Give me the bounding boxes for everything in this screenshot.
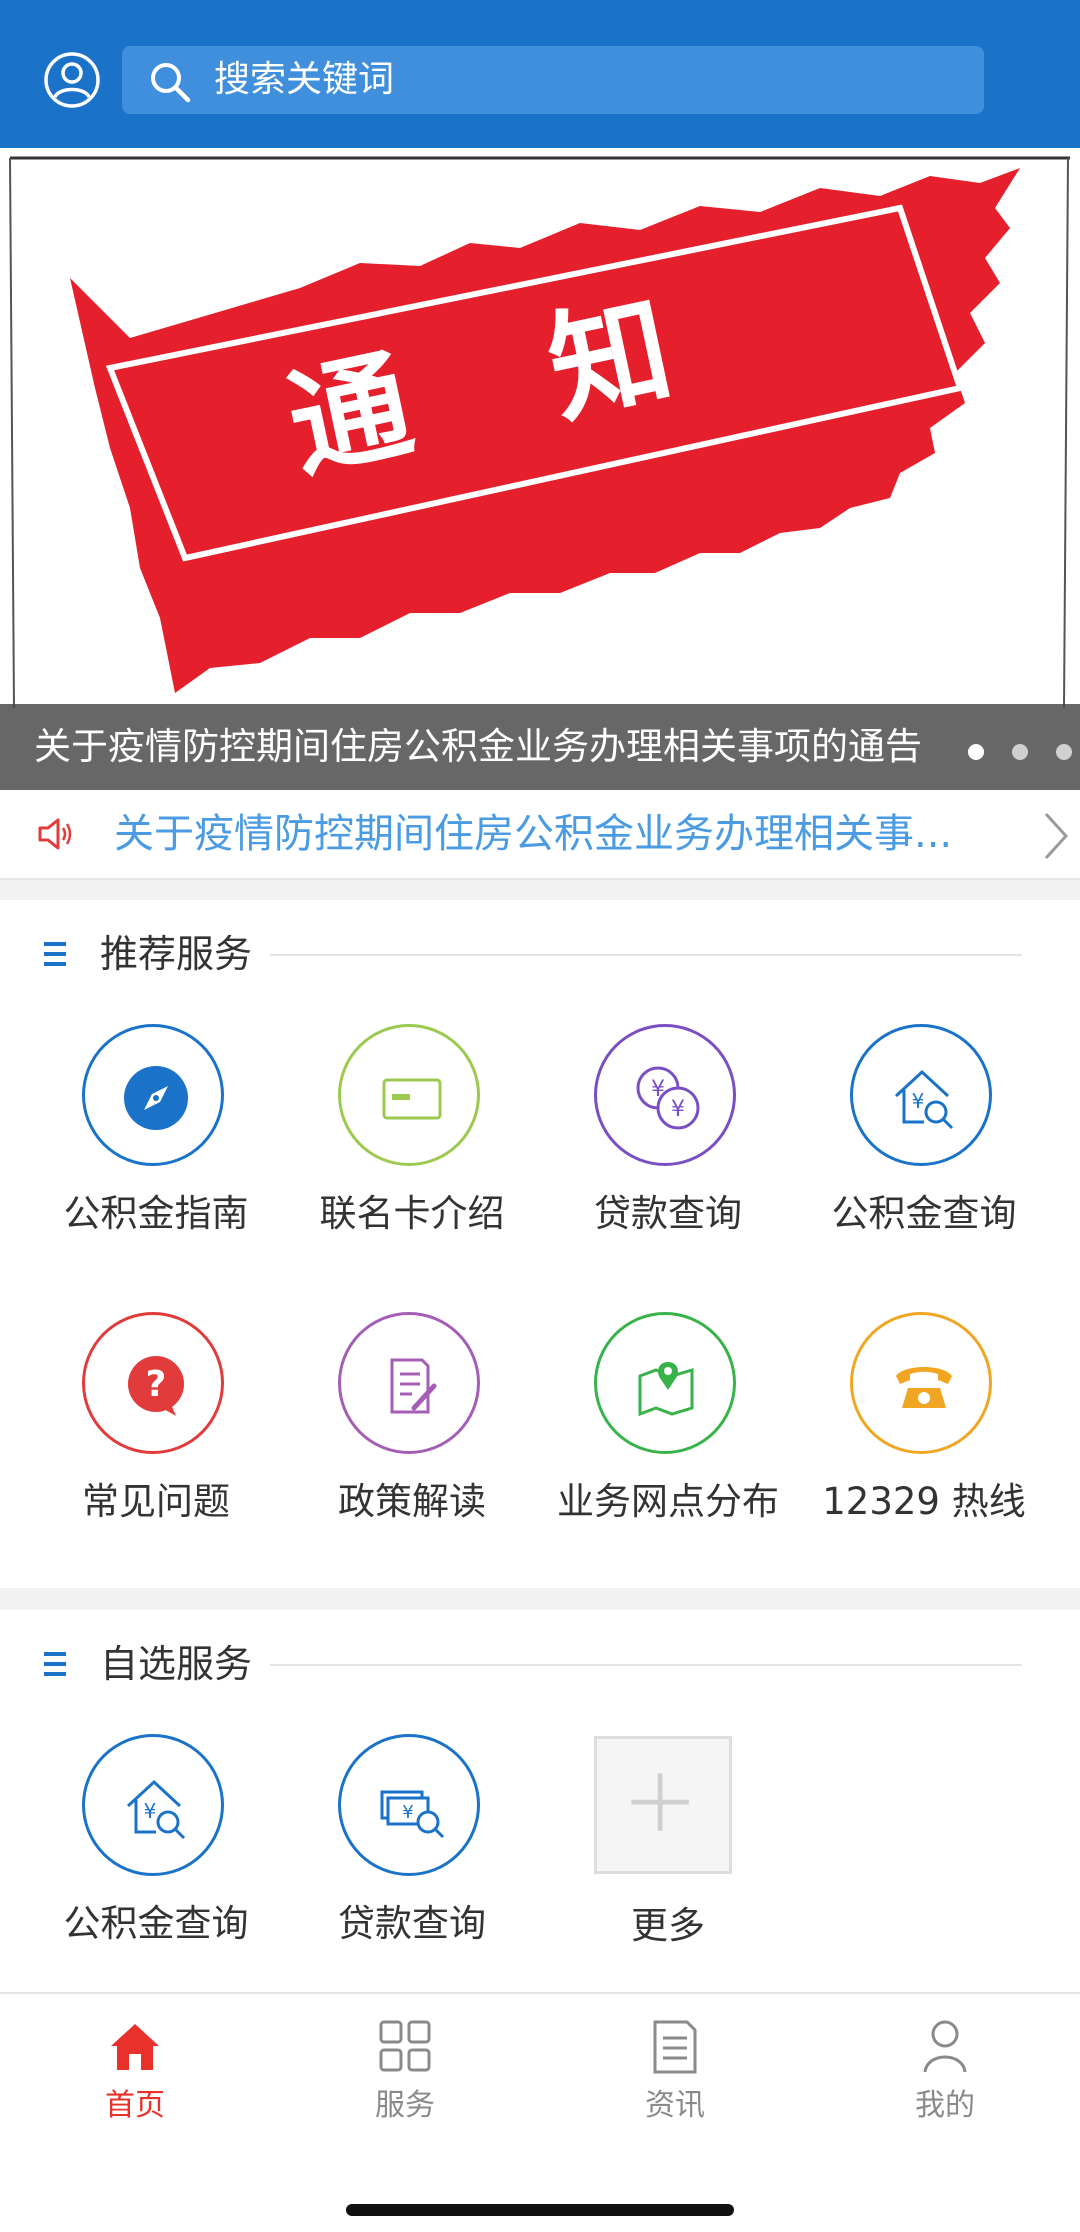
service-label: 更多 bbox=[631, 1904, 705, 1947]
service-card[interactable]: 联名卡介绍 bbox=[284, 1024, 540, 1254]
speaker-icon bbox=[38, 818, 72, 850]
card-icon bbox=[382, 1078, 442, 1120]
carousel-dot[interactable] bbox=[1056, 744, 1072, 760]
section-line bbox=[270, 954, 1022, 956]
service-label: 政策解读 bbox=[338, 1480, 486, 1523]
app-screen: 搜索关键词 通 知 关于疫情防控期间住房公积金业务办理相关事项的通告 关于疫情防… bbox=[0, 0, 1080, 2232]
news-icon bbox=[653, 2020, 697, 2074]
money-search-icon: ¥ bbox=[380, 1790, 445, 1839]
service-label: 业务网点分布 bbox=[557, 1480, 779, 1523]
service-hotline[interactable]: 12329 热线 bbox=[796, 1312, 1052, 1542]
house-search-icon: ¥ bbox=[894, 1069, 954, 1130]
custom-header: 自选服务 bbox=[0, 1634, 1080, 1694]
home-icon bbox=[111, 2024, 159, 2070]
list-icon bbox=[44, 1652, 66, 1676]
coins-icon: ¥ ¥ bbox=[636, 1066, 700, 1130]
custom-fund-query[interactable]: ¥ 公积金查询 bbox=[28, 1734, 284, 1964]
more-box[interactable] bbox=[594, 1736, 732, 1874]
tab-label: 资讯 bbox=[645, 2088, 705, 2123]
service-fund-query[interactable]: ¥ 公积金查询 bbox=[796, 1024, 1052, 1254]
svg-text:¥: ¥ bbox=[651, 1077, 665, 1102]
service-label: 公积金查询 bbox=[831, 1192, 1017, 1235]
top-header: 搜索关键词 bbox=[0, 0, 1080, 148]
service-label: 常见问题 bbox=[82, 1480, 230, 1523]
notice-text: 关于疫情防控期间住房公积金业务办理相关事... bbox=[114, 811, 953, 857]
service-label: 公积金查询 bbox=[63, 1902, 249, 1945]
recommended-header: 推荐服务 bbox=[0, 924, 1080, 984]
banner-caption-text: 关于疫情防控期间住房公积金业务办理相关事项的通告 bbox=[34, 725, 922, 768]
tab-label: 服务 bbox=[375, 2088, 435, 2123]
banner-caption: 关于疫情防控期间住房公积金业务办理相关事项的通告 bbox=[0, 704, 1080, 790]
custom-loan-query[interactable]: ¥ 贷款查询 bbox=[284, 1734, 540, 1964]
house-search-icon: ¥ bbox=[126, 1779, 186, 1840]
map-pin-icon bbox=[638, 1362, 694, 1417]
tab-mine[interactable]: 我的 bbox=[810, 2016, 1080, 2146]
tab-services[interactable]: 服务 bbox=[270, 2016, 540, 2146]
tab-home[interactable]: 首页 bbox=[0, 2016, 270, 2146]
user-circle-icon bbox=[44, 52, 100, 108]
plus-icon bbox=[631, 1773, 689, 1831]
compass-icon bbox=[124, 1066, 188, 1130]
question-icon: ? bbox=[128, 1356, 184, 1416]
service-label: 公积金指南 bbox=[63, 1192, 249, 1235]
svg-text:¥: ¥ bbox=[671, 1097, 685, 1122]
search-input[interactable]: 搜索关键词 bbox=[122, 46, 984, 114]
service-faq[interactable]: ? 常见问题 bbox=[28, 1312, 284, 1542]
service-label: 贷款查询 bbox=[594, 1192, 742, 1235]
svg-text:¥: ¥ bbox=[144, 1799, 157, 1823]
grid-icon bbox=[379, 2020, 431, 2072]
service-branches[interactable]: 业务网点分布 bbox=[540, 1312, 796, 1542]
service-label: 12329 热线 bbox=[822, 1480, 1026, 1523]
tab-news[interactable]: 资讯 bbox=[540, 2016, 810, 2146]
service-label: 贷款查询 bbox=[338, 1902, 486, 1945]
notice-flag-image: 通 知 bbox=[0, 148, 1080, 790]
telephone-icon bbox=[896, 1367, 952, 1408]
svg-text:¥: ¥ bbox=[912, 1089, 925, 1113]
notice-ticker[interactable]: 关于疫情防控期间住房公积金业务办理相关事... bbox=[0, 790, 1080, 880]
document-edit-icon bbox=[390, 1358, 437, 1414]
tab-label: 我的 bbox=[915, 2088, 975, 2123]
list-icon bbox=[44, 942, 66, 966]
section-divider bbox=[0, 1588, 1080, 1610]
svg-text:¥: ¥ bbox=[402, 1802, 413, 1823]
section-title: 推荐服务 bbox=[100, 932, 253, 976]
section-divider bbox=[0, 880, 1080, 900]
user-button[interactable] bbox=[42, 50, 102, 110]
service-loan-query[interactable]: ¥ ¥ 贷款查询 bbox=[540, 1024, 796, 1254]
section-title: 自选服务 bbox=[100, 1642, 253, 1686]
home-indicator[interactable] bbox=[346, 2204, 734, 2216]
service-policy[interactable]: 政策解读 bbox=[284, 1312, 540, 1542]
service-label: 联名卡介绍 bbox=[319, 1192, 505, 1235]
service-guide[interactable]: 公积金指南 bbox=[28, 1024, 284, 1254]
bottom-tab-bar: 首页 服务 资讯 我的 bbox=[0, 1992, 1080, 2232]
chevron-right-icon bbox=[1044, 812, 1069, 860]
search-placeholder: 搜索关键词 bbox=[214, 59, 395, 100]
carousel-dot[interactable] bbox=[1012, 744, 1028, 760]
tab-label: 首页 bbox=[105, 2088, 165, 2123]
section-line bbox=[270, 1664, 1022, 1666]
search-icon bbox=[151, 63, 191, 103]
svg-text:?: ? bbox=[146, 1364, 167, 1405]
banner-carousel[interactable]: 通 知 关于疫情防控期间住房公积金业务办理相关事项的通告 bbox=[0, 148, 1080, 790]
carousel-dot-active[interactable] bbox=[968, 744, 984, 760]
custom-more[interactable]: 更多 bbox=[540, 1736, 796, 1966]
person-icon bbox=[923, 2020, 967, 2073]
